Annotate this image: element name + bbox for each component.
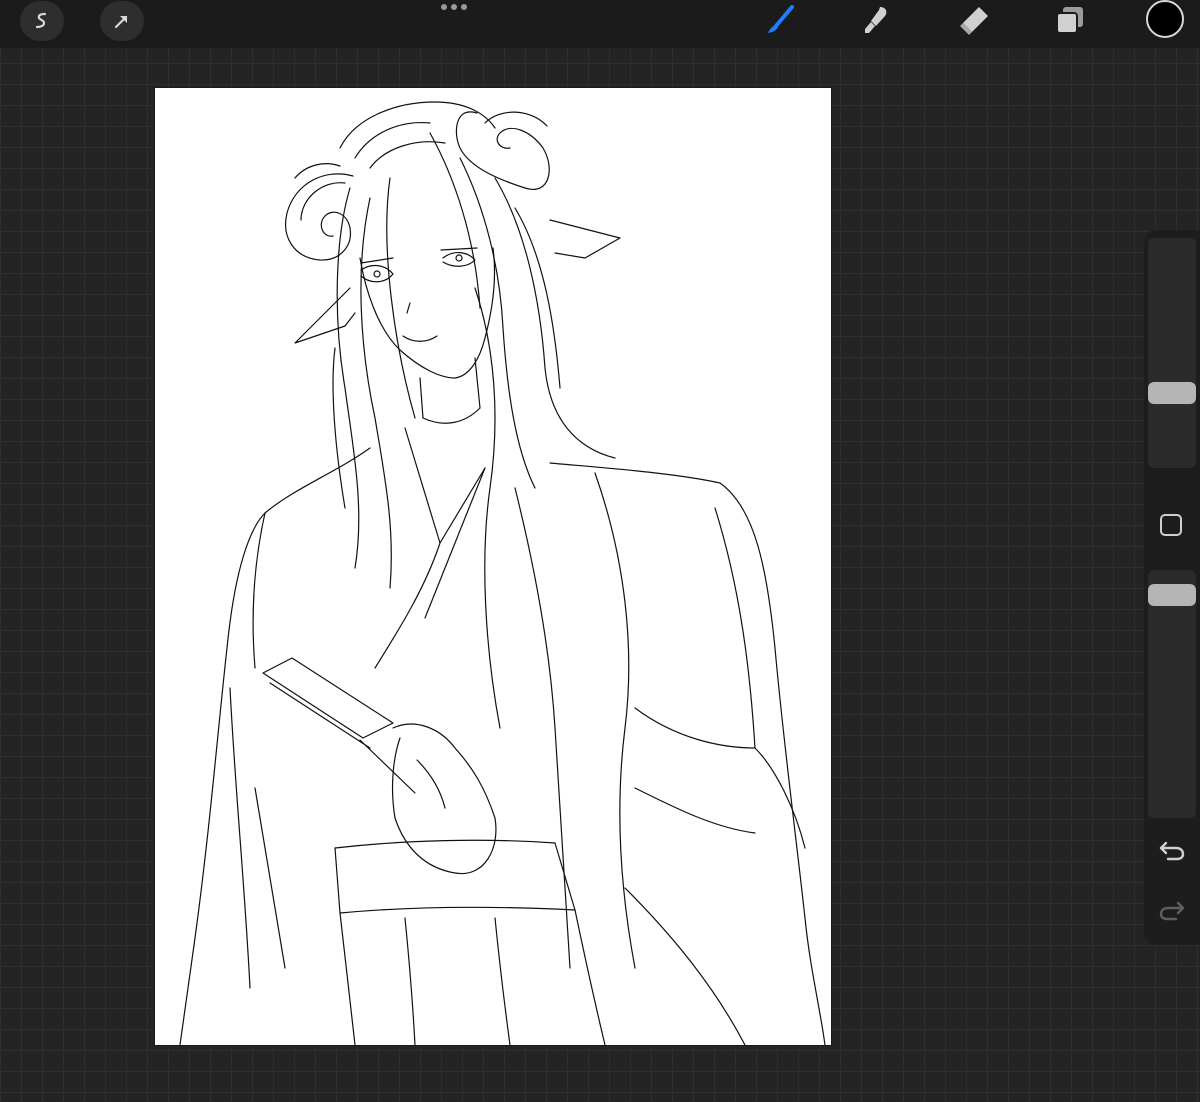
color-picker-button[interactable] bbox=[1146, 0, 1184, 38]
redo-button[interactable] bbox=[1158, 898, 1186, 924]
more-menu-button[interactable]: • • • bbox=[438, 2, 470, 12]
brush-size-slider[interactable] bbox=[1148, 238, 1196, 468]
modify-square-icon[interactable] bbox=[1160, 514, 1182, 536]
smudge-icon bbox=[865, 7, 887, 33]
dot: • bbox=[441, 4, 447, 10]
eraser-tool-button[interactable] bbox=[956, 2, 992, 38]
layers-icon bbox=[1056, 7, 1083, 34]
opacity-slider[interactable] bbox=[1148, 570, 1196, 818]
undo-icon bbox=[1159, 841, 1185, 861]
brush-icon bbox=[768, 5, 794, 33]
procreate-app: • • • bbox=[0, 0, 1200, 1102]
selection-button[interactable] bbox=[100, 1, 144, 41]
adjustments-icon bbox=[35, 12, 47, 29]
dot: • bbox=[461, 4, 467, 10]
redo-icon bbox=[1159, 901, 1185, 921]
line-art-sketch bbox=[179, 101, 826, 1045]
drawing-canvas[interactable] bbox=[155, 88, 831, 1045]
adjustments-button[interactable] bbox=[20, 1, 64, 41]
top-toolbar: • • • bbox=[0, 0, 1200, 48]
layers-button[interactable] bbox=[1052, 2, 1088, 38]
eraser-icon bbox=[960, 7, 988, 35]
brush-tool-button[interactable] bbox=[762, 2, 798, 38]
side-toolbar bbox=[1144, 230, 1200, 945]
smudge-tool-button[interactable] bbox=[858, 2, 894, 38]
brush-size-thumb[interactable] bbox=[1148, 382, 1196, 404]
selection-arrow-icon bbox=[114, 15, 128, 29]
opacity-thumb[interactable] bbox=[1148, 584, 1196, 606]
undo-button[interactable] bbox=[1158, 838, 1186, 864]
dot: • bbox=[451, 4, 457, 10]
